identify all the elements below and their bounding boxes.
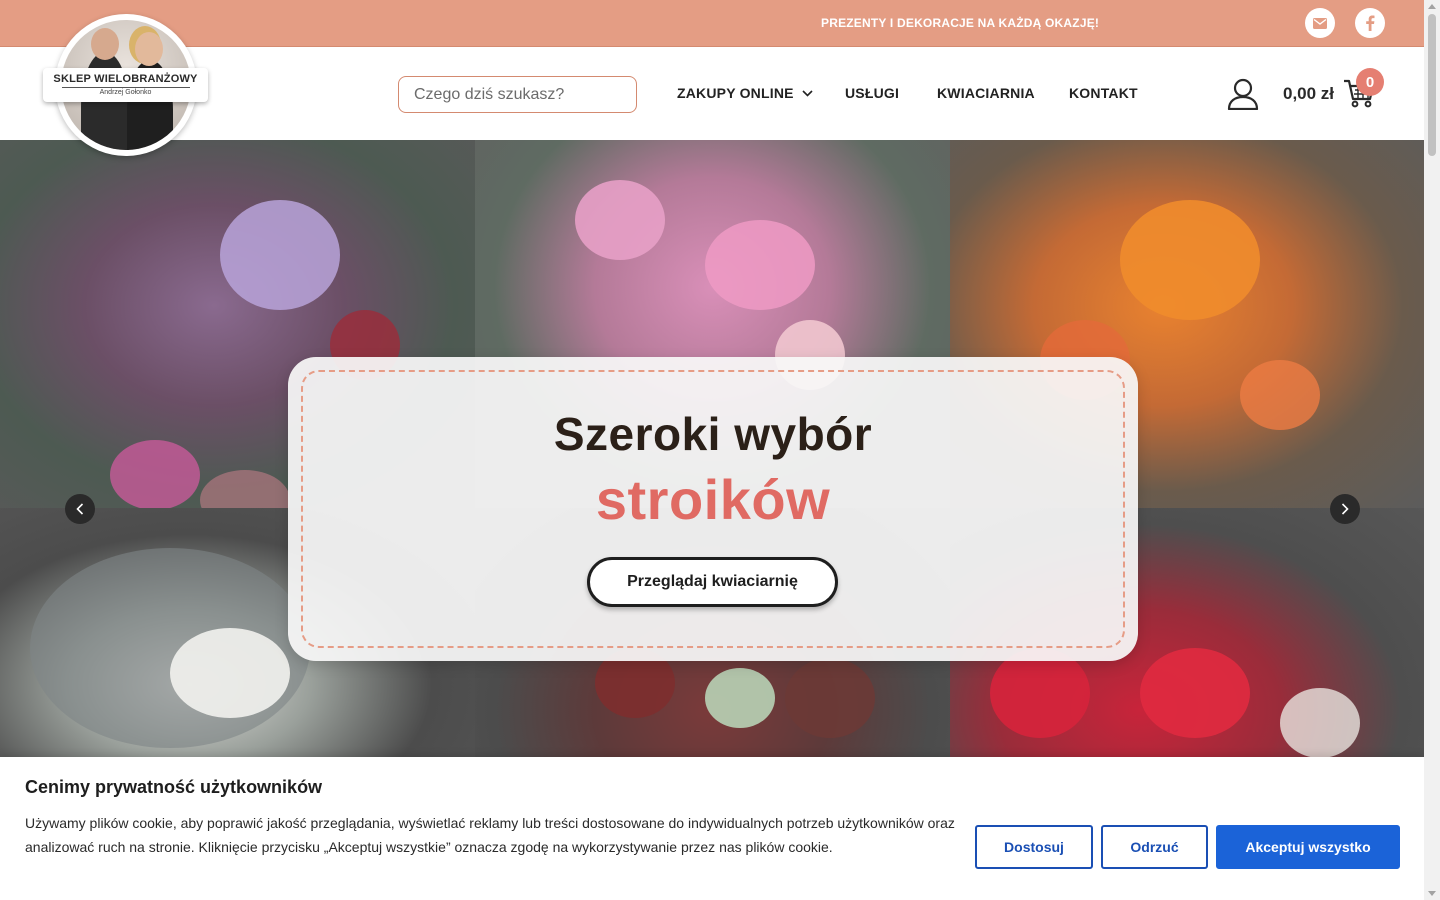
logo-card[interactable]: SKLEP WIELOBRANŻOWY Andrzej Gołonko	[43, 68, 208, 102]
nav-zakupy-online[interactable]: ZAKUPY ONLINE	[677, 85, 813, 101]
page-scrollbar[interactable]	[1424, 0, 1440, 900]
nav-label: KWIACIARNIA	[937, 85, 1035, 101]
search-input[interactable]	[398, 76, 637, 113]
nav-kwiaciarnia[interactable]: KWIACIARNIA	[937, 85, 1035, 101]
mail-icon	[1313, 17, 1327, 29]
logo-title: SKLEP WIELOBRANŻOWY	[53, 73, 198, 85]
cookie-text: Używamy plików cookie, aby poprawić jako…	[25, 815, 955, 855]
site-header: ZAKUPY ONLINE USŁUGI KWIACIARNIA KONTAKT…	[0, 46, 1424, 140]
logo-divider	[61, 87, 190, 88]
nav-label: USŁUGI	[845, 85, 900, 101]
chevron-left-icon	[76, 503, 84, 515]
facebook-button[interactable]	[1355, 8, 1385, 38]
cookie-accept-all-button[interactable]: Akceptuj wszystko	[1216, 825, 1400, 869]
cookie-customize-button[interactable]: Dostosuj	[975, 825, 1093, 869]
scroll-down-arrow-icon[interactable]	[1428, 891, 1436, 896]
cart-count-badge: 0	[1356, 68, 1384, 96]
user-account-icon[interactable]	[1227, 78, 1259, 110]
hero-slider: Szeroki wybór stroików Przeglądaj kwiaci…	[0, 140, 1424, 760]
chevron-right-icon	[1341, 503, 1349, 515]
nav-kontakt[interactable]: KONTAKT	[1069, 85, 1138, 101]
nav-label: ZAKUPY ONLINE	[677, 85, 794, 101]
top-bar: PREZENTY I DEKORACJE NA KAŻDĄ OKAZJĘ!	[0, 0, 1424, 46]
slider-next-button[interactable]	[1330, 494, 1360, 524]
cart-total[interactable]: 0,00 zł	[1283, 84, 1334, 104]
hero-promo-card: Szeroki wybór stroików Przeglądaj kwiaci…	[288, 357, 1138, 661]
nav-uslugi[interactable]: USŁUGI	[845, 85, 899, 101]
facebook-icon	[1366, 15, 1375, 31]
slider-prev-button[interactable]	[65, 494, 95, 524]
browse-florist-button[interactable]: Przeglądaj kwiaciarnię	[587, 557, 838, 607]
nav-label: KONTAKT	[1069, 85, 1138, 101]
hero-heading-line1: Szeroki wybór	[553, 408, 873, 460]
chevron-down-icon	[802, 90, 813, 97]
topbar-announcement: PREZENTY I DEKORACJE NA KAŻDĄ OKAZJĘ!	[821, 16, 1100, 30]
logo-person-man-head	[91, 28, 119, 60]
logo-person-woman-head	[135, 32, 163, 66]
scrollbar-thumb[interactable]	[1428, 14, 1436, 156]
logo-subtitle: Andrzej Gołonko	[99, 89, 152, 96]
scroll-up-arrow-icon[interactable]	[1428, 4, 1436, 9]
cookie-title: Cenimy prywatność użytkowników	[25, 777, 323, 797]
mail-button[interactable]	[1305, 8, 1335, 38]
cookie-consent-banner: Cenimy prywatność użytkowników Używamy p…	[0, 757, 1424, 900]
cookie-reject-button[interactable]: Odrzuć	[1101, 825, 1208, 869]
hero-heading-line2: stroików	[595, 468, 831, 531]
